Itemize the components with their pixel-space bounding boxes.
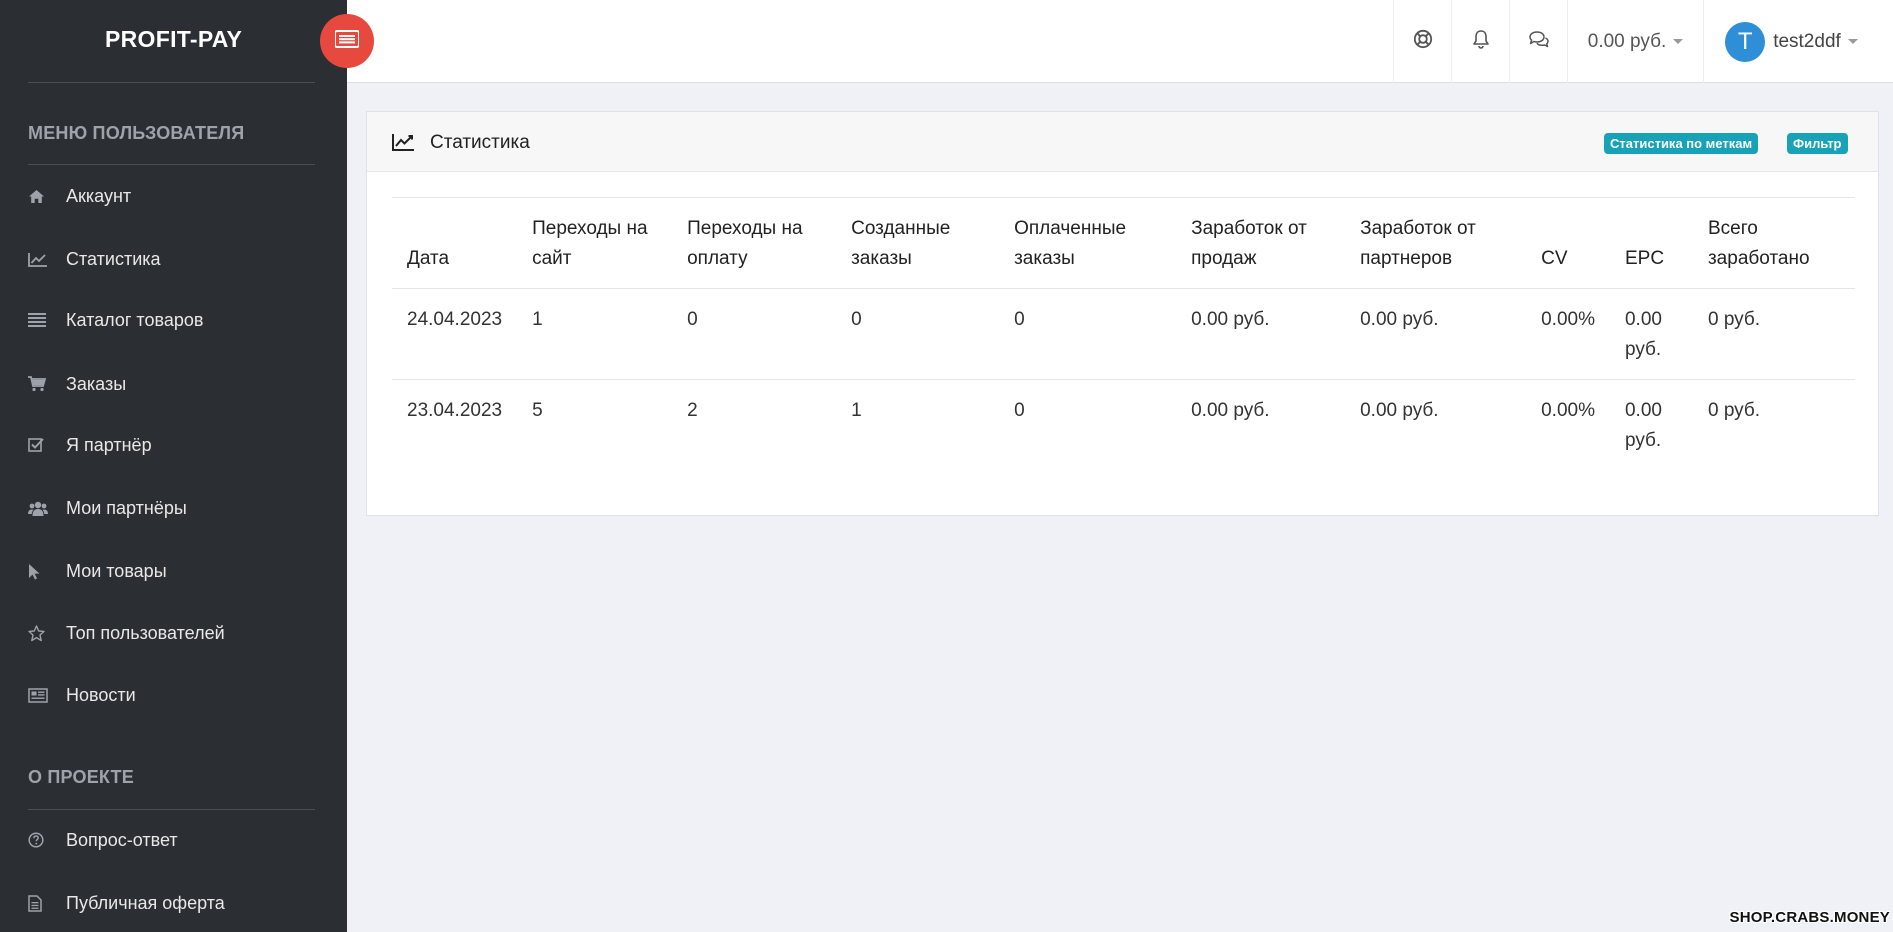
column-header: Созданные заказы xyxy=(836,197,1000,289)
question-circle-icon xyxy=(0,832,66,848)
sidebar-item-label: Новости xyxy=(66,684,136,705)
project-section-title: О ПРОЕКТЕ xyxy=(28,767,134,787)
table-cell: 23.04.2023 xyxy=(407,400,503,421)
table-cell: 0.00% xyxy=(1541,400,1595,421)
brand: PROFIT-PAY xyxy=(0,0,347,82)
chevron-down-icon xyxy=(1673,39,1684,44)
sidebar-item-my-partners[interactable]: Мои партнёры xyxy=(0,486,347,530)
document-icon xyxy=(0,894,66,912)
table-cell: 0.00 руб. xyxy=(1624,400,1662,451)
avatar: T xyxy=(1725,21,1766,62)
column-header: Дата xyxy=(392,197,518,289)
newspaper-icon xyxy=(0,687,66,703)
table-cell: 0 руб. xyxy=(1692,288,1855,380)
divider xyxy=(28,164,315,165)
lifebuoy-icon xyxy=(1413,29,1433,54)
sidebar-item-label: Публичная оферта xyxy=(66,892,225,913)
chevron-down-icon xyxy=(1847,39,1858,44)
column-header: Заработок от продаж xyxy=(1176,197,1346,289)
sidebar-item-orders[interactable]: Заказы xyxy=(0,362,347,406)
table-cell: 0.00 руб. xyxy=(1191,400,1270,421)
username: test2ddf xyxy=(1773,30,1841,52)
sidebar-item-my-products[interactable]: Мои товары xyxy=(0,549,347,593)
balance-value: 0.00 руб. xyxy=(1587,30,1667,52)
sidebar-item-public-offer[interactable]: Публичная оферта xyxy=(0,881,347,925)
sidebar-item-statistics[interactable]: Статистика xyxy=(0,237,347,281)
users-icon xyxy=(0,501,66,516)
column-header: Оплаченные заказы xyxy=(999,197,1177,289)
table-cell: 0 xyxy=(1014,400,1025,421)
home-icon xyxy=(0,189,66,204)
bell-icon xyxy=(1472,29,1490,54)
stats-by-tags-button[interactable]: Статистика по меткам xyxy=(1604,133,1759,154)
sidebar-item-account[interactable]: Аккаунт xyxy=(0,174,347,218)
sidebar-item-label: Мои товары xyxy=(66,560,167,581)
cart-icon xyxy=(0,376,66,392)
cursor-icon xyxy=(0,563,66,580)
sidebar-toggle-button[interactable] xyxy=(320,14,374,68)
table-cell: 2 xyxy=(687,400,698,421)
chat-icon xyxy=(1528,30,1550,53)
statistics-card: Статистика Статистика по меткам Фильтр Д… xyxy=(366,111,1879,516)
sidebar-item-label: Аккаунт xyxy=(66,185,132,206)
table-cell: 0 руб. xyxy=(1707,400,1761,421)
line-chart-icon xyxy=(392,133,415,156)
table-cell: 0.00% xyxy=(1526,288,1610,380)
column-header: EPC xyxy=(1609,197,1693,289)
support-button[interactable] xyxy=(1393,0,1451,83)
list-icon xyxy=(0,313,66,327)
table-row: 24.04.2023 1 0 0 0 0.00 руб. 0.00 руб. 0… xyxy=(392,288,1855,380)
sidebar-item-label: Мои партнёры xyxy=(66,497,187,518)
statistics-table: Дата Переходы на сайт Переходы на оплату… xyxy=(392,197,1855,470)
column-header: Всего заработано xyxy=(1692,197,1855,289)
watermark: SHOP.CRABS.MONEY xyxy=(1729,909,1890,926)
divider xyxy=(28,809,315,810)
filter-button[interactable]: Фильтр xyxy=(1787,133,1848,154)
brand-logo-text[interactable]: PROFIT-PAY xyxy=(105,26,242,53)
sidebar-item-news[interactable]: Новости xyxy=(0,673,347,717)
column-header: CV xyxy=(1526,197,1610,289)
messages-button[interactable] xyxy=(1509,0,1567,83)
sidebar-item-label: Статистика xyxy=(66,248,161,269)
user-menu-title: МЕНЮ ПОЛЬЗОВАТЕЛЯ xyxy=(28,123,245,143)
table-cell: 0.00 руб. xyxy=(1360,400,1439,421)
sidebar-item-label: Топ пользователей xyxy=(66,622,225,643)
notifications-button[interactable] xyxy=(1451,0,1509,83)
sidebar-item-label: Каталог товаров xyxy=(66,309,204,330)
topbar: 0.00 руб. T test2ddf xyxy=(347,0,1893,83)
sidebar-item-top-users[interactable]: Топ пользователей xyxy=(0,611,347,655)
table-cell: 0 xyxy=(836,288,1000,380)
table-cell: 24.04.2023 xyxy=(392,288,518,380)
column-header: Заработок от партнеров xyxy=(1345,197,1527,289)
table-row: 23.04.2023 5 2 1 0 0.00 руб. 0.00 руб. 0… xyxy=(392,380,1855,471)
column-header: Переходы на оплату xyxy=(672,197,837,289)
sidebar-item-catalog[interactable]: Каталог товаров xyxy=(0,298,347,342)
sidebar-item-label: Заказы xyxy=(66,373,127,394)
check-square-icon xyxy=(0,437,66,453)
card-header: Статистика Статистика по меткам Фильтр xyxy=(367,112,1878,172)
column-header: Переходы на сайт xyxy=(517,197,673,289)
divider xyxy=(28,82,315,83)
table-cell: 0 xyxy=(999,288,1177,380)
sidebar-item-label: Вопрос-ответ xyxy=(66,829,178,850)
table-cell: 1 xyxy=(517,288,673,380)
user-menu-dropdown[interactable]: T test2ddf xyxy=(1703,0,1879,83)
balance-dropdown[interactable]: 0.00 руб. xyxy=(1567,0,1703,83)
menu-icon xyxy=(334,29,360,53)
table-cell: 0 xyxy=(672,288,837,380)
table-cell: 0.00 руб. xyxy=(1345,288,1527,380)
card-title: Статистика xyxy=(430,132,530,153)
sidebar-item-label: Я партнёр xyxy=(66,434,152,455)
table-header-row: Дата Переходы на сайт Переходы на оплату… xyxy=(392,197,1855,289)
table-cell: 5 xyxy=(532,400,543,421)
star-icon xyxy=(0,624,66,642)
sidebar: PROFIT-PAY МЕНЮ ПОЛЬЗОВАТЕЛЯ Аккаунт Ста… xyxy=(0,0,347,932)
table-cell: 0.00 руб. xyxy=(1609,288,1693,380)
sidebar-item-partner[interactable]: Я партнёр xyxy=(0,423,347,467)
line-chart-icon xyxy=(0,252,66,267)
table-cell: 0.00 руб. xyxy=(1176,288,1346,380)
table-cell: 1 xyxy=(851,400,862,421)
sidebar-item-faq[interactable]: Вопрос-ответ xyxy=(0,818,347,862)
